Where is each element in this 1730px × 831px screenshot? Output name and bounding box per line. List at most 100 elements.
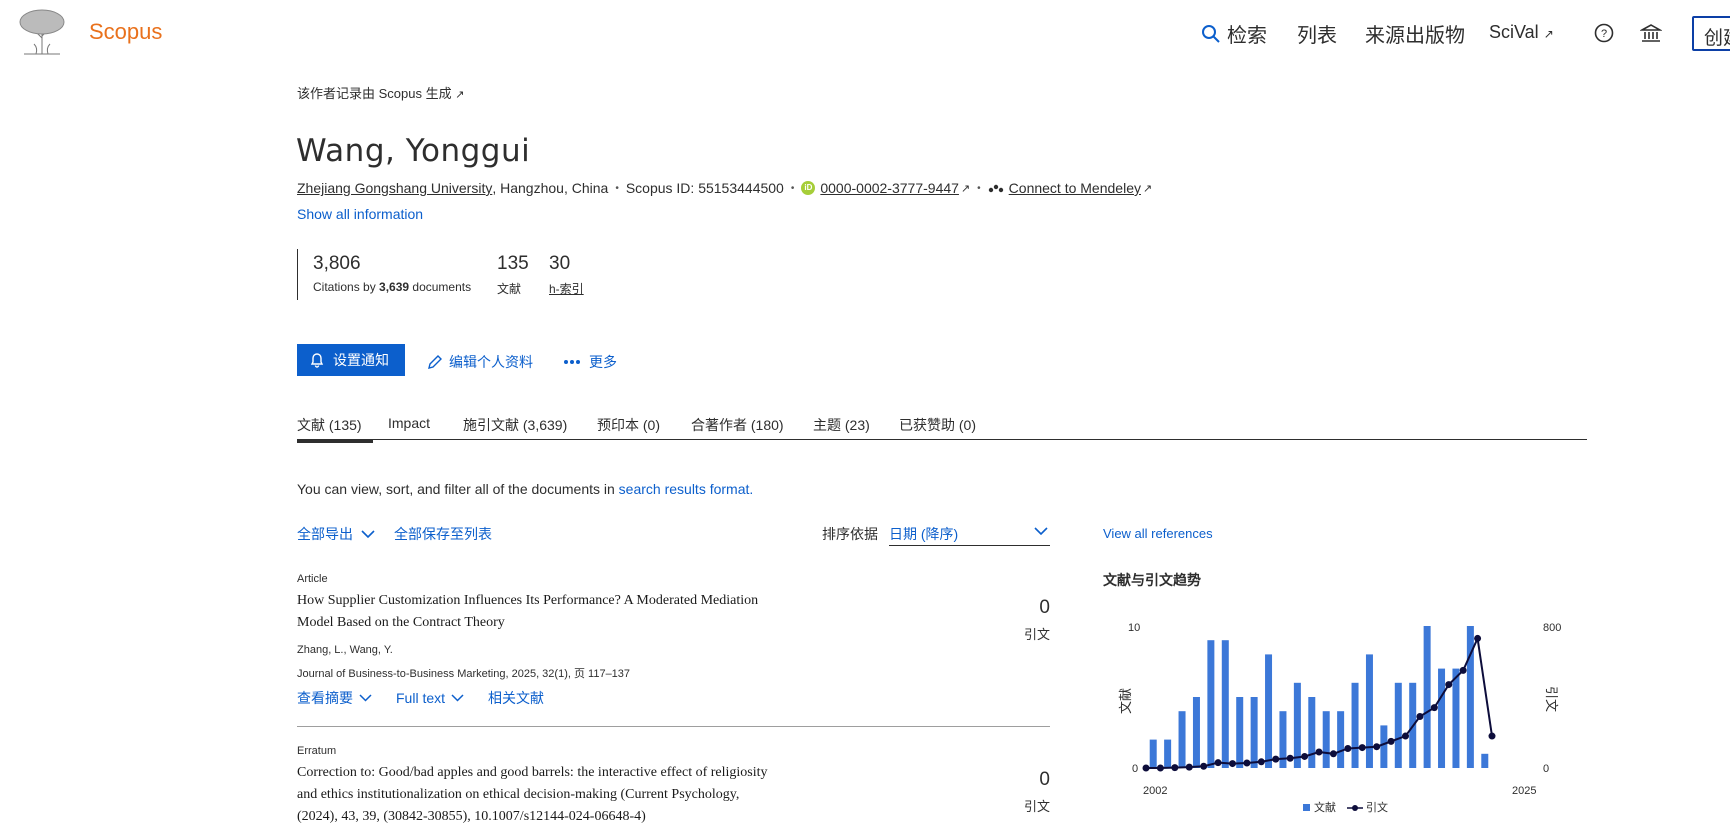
citations-point[interactable]: [1358, 744, 1366, 752]
set-alert-label: 设置通知: [333, 352, 389, 368]
citations-point[interactable]: [1243, 759, 1251, 767]
documents-bar[interactable]: [1192, 697, 1200, 768]
documents-bar[interactable]: [1236, 697, 1244, 768]
separator-dot: •: [977, 182, 981, 194]
citations-point[interactable]: [1315, 748, 1323, 756]
citations-point[interactable]: [1387, 737, 1395, 745]
svg-text:?: ?: [1601, 28, 1607, 40]
documents-bar[interactable]: [1207, 640, 1215, 768]
documents-bar[interactable]: [1337, 711, 1345, 768]
document-type: Erratum: [297, 745, 337, 757]
documents-bar[interactable]: [1221, 640, 1229, 768]
citations-point[interactable]: [1402, 732, 1409, 740]
nav-search[interactable]: 检索: [1201, 19, 1267, 48]
tab-topics[interactable]: 主题 (23): [813, 415, 870, 435]
nav-sources[interactable]: 来源出版物: [1365, 19, 1465, 48]
document-title[interactable]: How Supplier Customization Influences It…: [297, 590, 767, 634]
documents-bar[interactable]: [1365, 654, 1373, 768]
separator-dot: •: [790, 182, 795, 194]
create-account-button[interactable]: 创建: [1692, 16, 1730, 51]
institution-icon[interactable]: [1640, 22, 1662, 44]
help-icon[interactable]: ?: [1593, 22, 1615, 44]
tab-impact[interactable]: Impact: [388, 415, 430, 431]
citations-point[interactable]: [1416, 713, 1424, 721]
document-item: Article How Supplier Customization Influ…: [297, 573, 1050, 727]
documents-bar[interactable]: [1380, 725, 1388, 768]
nav-lists[interactable]: 列表: [1297, 19, 1337, 48]
citations-point[interactable]: [1200, 762, 1208, 770]
documents-bar[interactable]: [1293, 682, 1301, 768]
documents-bar[interactable]: [1351, 682, 1359, 768]
citations-point[interactable]: [1185, 763, 1193, 771]
mendeley-link[interactable]: Connect to Mendeley: [1009, 180, 1141, 196]
citations-point[interactable]: [1142, 764, 1150, 772]
documents-bar[interactable]: [1452, 668, 1460, 768]
sort-by-label: 排序依据: [822, 526, 878, 542]
full-text-dropdown[interactable]: Full text: [396, 688, 464, 708]
x-start-label: 2002: [1143, 785, 1167, 797]
citations-point[interactable]: [1445, 681, 1453, 689]
document-title[interactable]: Correction to: Good/bad apples and good …: [297, 762, 777, 828]
sort-select[interactable]: 日期 (降序): [889, 521, 1050, 546]
documents-bar[interactable]: [1423, 626, 1431, 768]
citations-point[interactable]: [1329, 750, 1337, 758]
tab-coauthors[interactable]: 合著作者 (180): [691, 415, 784, 435]
citations-point[interactable]: [1474, 634, 1482, 642]
export-all-label: 全部导出: [297, 526, 353, 542]
orcid-link[interactable]: 0000-0002-3777-9447: [820, 180, 959, 196]
search-results-note-text: You can view, sort, and filter all of th…: [297, 481, 619, 497]
bell-icon: [310, 353, 324, 368]
documents-bar[interactable]: [1250, 697, 1258, 768]
documents-bar[interactable]: [1322, 711, 1330, 768]
documents-bar[interactable]: [1265, 654, 1273, 768]
document-citation-count: 0: [1039, 597, 1050, 618]
scopus-brand[interactable]: Scopus: [89, 19, 162, 45]
documents-bar[interactable]: [1481, 753, 1489, 768]
citations-point[interactable]: [1459, 666, 1467, 674]
citations-point[interactable]: [1156, 764, 1164, 772]
tab-cited-by[interactable]: 施引文献 (3,639): [463, 415, 567, 435]
documents-bar[interactable]: [1164, 739, 1172, 768]
set-alert-button[interactable]: 设置通知: [297, 344, 405, 376]
y-right-min-label: 0: [1543, 763, 1549, 775]
chart-legend: 文献 引文: [1303, 800, 1388, 814]
h-index-link[interactable]: h-索引: [549, 280, 584, 297]
documents-bar[interactable]: [1178, 711, 1186, 768]
citations-point[interactable]: [1229, 760, 1236, 768]
document-citation-count: 0: [1039, 769, 1050, 790]
documents-bar[interactable]: [1438, 668, 1446, 768]
export-all-dropdown[interactable]: 全部导出: [297, 524, 375, 544]
y-left-min-label: 0: [1132, 763, 1138, 775]
citations-point[interactable]: [1214, 759, 1222, 767]
citations-point[interactable]: [1344, 744, 1352, 752]
citations-point[interactable]: [1171, 764, 1179, 772]
more-menu-link[interactable]: 更多: [563, 352, 617, 372]
nav-scival[interactable]: SciVal ↗: [1489, 22, 1554, 43]
show-all-information-link[interactable]: Show all information: [297, 206, 423, 222]
tab-awarded-grants[interactable]: 已获赞助 (0): [899, 415, 976, 435]
citations-point[interactable]: [1257, 758, 1265, 766]
search-results-format-link[interactable]: search results format.: [619, 481, 754, 497]
citations-point[interactable]: [1430, 704, 1438, 712]
documents-bar[interactable]: [1149, 739, 1157, 768]
citations-point[interactable]: [1286, 754, 1294, 762]
related-documents-link[interactable]: 相关文献: [488, 688, 544, 708]
citations-point[interactable]: [1488, 732, 1496, 740]
tab-documents[interactable]: 文献 (135): [297, 415, 373, 443]
save-all-to-list-link[interactable]: 全部保存至列表: [394, 524, 492, 544]
tab-preprints[interactable]: 预印本 (0): [597, 415, 660, 435]
citations-point[interactable]: [1272, 755, 1280, 763]
edit-profile-link[interactable]: 编辑个人资料: [427, 352, 533, 372]
affiliation-link[interactable]: Zhejiang Gongshang University: [297, 180, 492, 196]
citations-point[interactable]: [1301, 752, 1309, 760]
mendeley-icon: [988, 184, 1003, 193]
citations-label: Citations by 3,639 documents: [313, 280, 471, 294]
generated-note[interactable]: 该作者记录由 Scopus 生成 ↗: [297, 83, 464, 102]
view-all-references-link[interactable]: View all references: [1103, 526, 1213, 541]
documents-bar[interactable]: [1394, 682, 1402, 768]
elsevier-logo-icon[interactable]: [16, 8, 68, 56]
view-abstract-dropdown[interactable]: 查看摘要: [297, 688, 372, 708]
documents-bar[interactable]: [1308, 697, 1316, 768]
nav-search-label: 检索: [1227, 25, 1267, 47]
citations-point[interactable]: [1373, 743, 1381, 751]
